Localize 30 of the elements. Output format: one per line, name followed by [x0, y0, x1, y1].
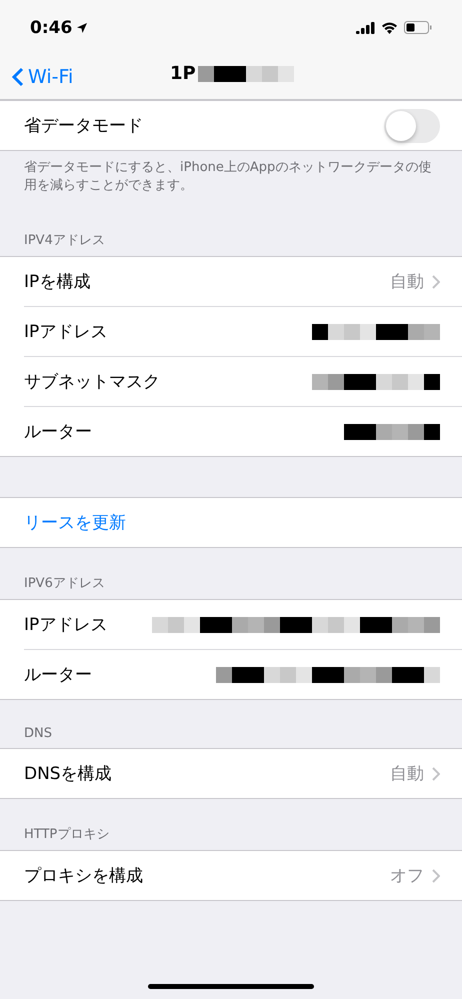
row-label: IPを構成 — [24, 271, 90, 293]
row-value: 自動 — [390, 271, 424, 293]
section-footer: 省データモードにすると、iPhone上のAppのネットワークデータの使用を減らすことができます。 — [0, 151, 462, 205]
section-header: HTTPプロキシ — [23, 826, 110, 844]
row-label: DNSを構成 — [24, 763, 112, 785]
section-header: DNS — [23, 725, 53, 743]
status-time: 0:46 — [30, 18, 72, 38]
battery-icon — [404, 21, 432, 34]
row-value: 自動 — [390, 763, 424, 785]
row-label: ルーター — [24, 421, 92, 443]
chevron-icon — [432, 766, 440, 780]
row-label: IPアドレス — [24, 321, 108, 343]
section-header: IPV4アドレス — [23, 232, 106, 250]
row-label: プロキシを構成 — [24, 865, 143, 887]
row-label: 省データモード — [24, 115, 143, 137]
row-value: オフ — [390, 865, 424, 887]
chevron-icon — [432, 274, 440, 288]
row-label: サブネットマスク — [24, 371, 160, 393]
toggle-switch[interactable] — [384, 108, 440, 142]
signal-icon — [356, 22, 375, 34]
section-header: IPV6アドレス — [23, 575, 106, 593]
chevron-icon — [432, 868, 440, 882]
renew-lease-link[interactable]: リースを更新 — [24, 511, 126, 534]
row-label: IPアドレス — [24, 614, 108, 636]
wifi-icon — [381, 22, 398, 34]
location-arrow-icon — [76, 22, 88, 34]
back-chevron-icon — [12, 67, 24, 87]
row-label: ルーター — [24, 664, 92, 686]
back-button[interactable]: Wi-Fi — [0, 66, 74, 88]
nav-title: 1P — [170, 63, 196, 84]
